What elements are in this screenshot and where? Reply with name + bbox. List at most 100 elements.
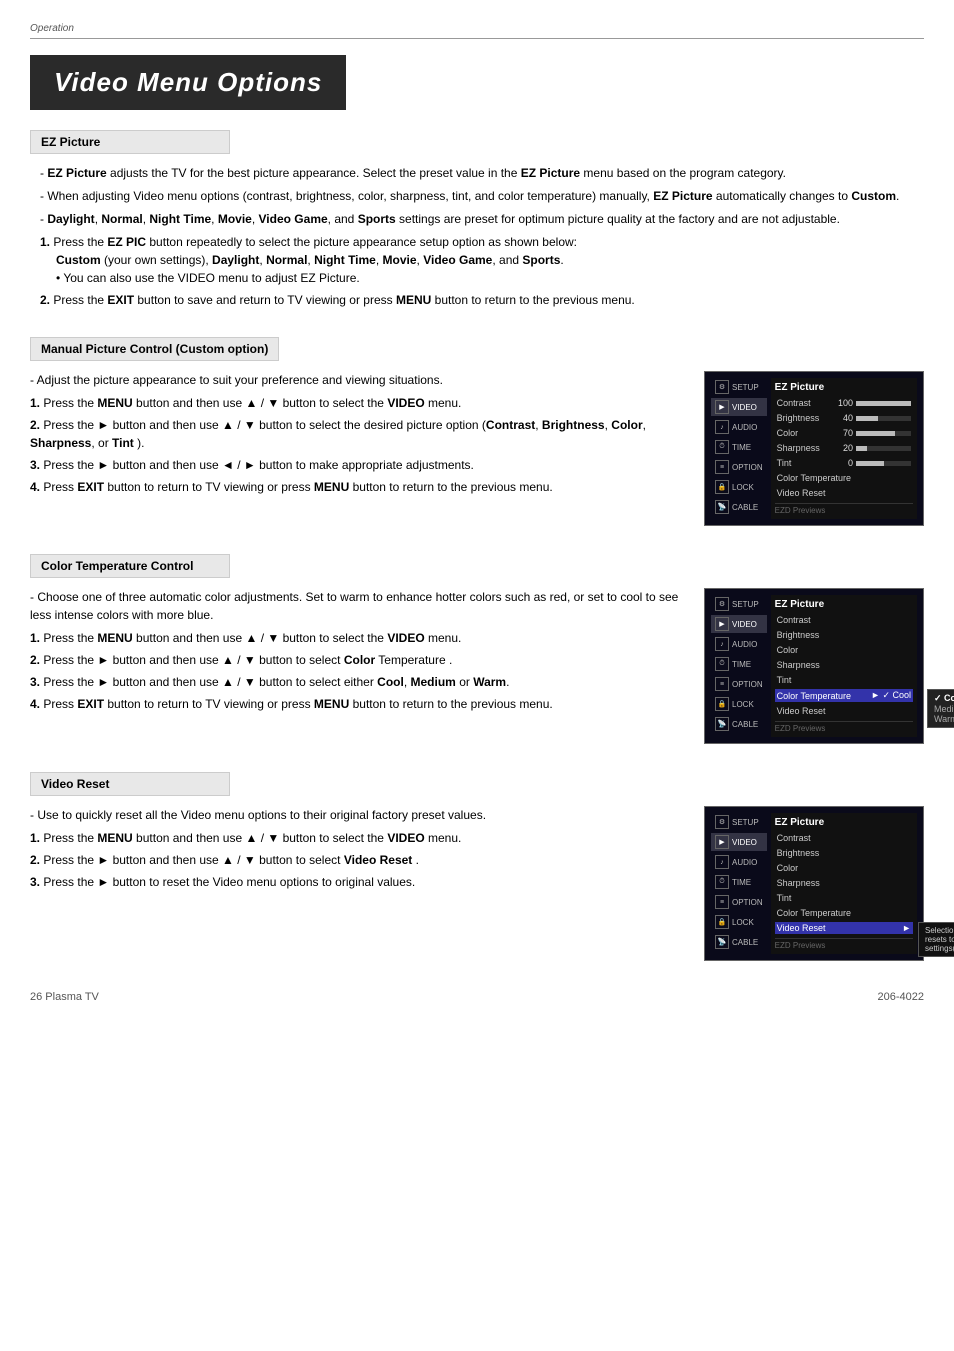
page-footer: 26 Plasma TV 206-4022 xyxy=(30,991,924,1003)
step-item: 2. Press the EXIT button to save and ret… xyxy=(40,291,914,309)
step-item: 3. Press the ► button and then use ◄ / ►… xyxy=(30,456,684,474)
step-item: 1. Press the MENU button and then use ▲ … xyxy=(30,629,684,647)
section-text-video-reset: Use to quickly reset all the Video menu … xyxy=(30,806,684,895)
sections-container: EZ Picture EZ Picture adjusts the TV for … xyxy=(30,130,924,961)
menu-footnote: EZD Previews xyxy=(775,938,913,950)
nav-item-time: ⏱ TIME xyxy=(711,873,767,891)
bullet-item: Choose one of three automatic color adju… xyxy=(30,588,684,624)
bullet-item: Daylight, Normal, Night Time, Movie, Vid… xyxy=(40,210,914,228)
menu-footnote: EZD Previews xyxy=(775,503,913,515)
page-title-box: Video Menu Options xyxy=(30,55,924,130)
bullet-list-video-reset: Use to quickly reset all the Video menu … xyxy=(30,806,684,824)
nav-icon-setup: ⚙ xyxy=(715,815,729,829)
menu-content: EZ Picture Contrast Brightness Color Sha… xyxy=(771,813,917,954)
bullet-item: Use to quickly reset all the Video menu … xyxy=(30,806,684,824)
steps-list-manual-picture: 1. Press the MENU button and then use ▲ … xyxy=(30,394,684,496)
bullet-item: EZ Picture adjusts the TV for the best p… xyxy=(40,164,914,182)
nav-item-video: ▶ VIDEO xyxy=(711,398,767,416)
menu-content: EZ Picture Contrast Brightness Color Sha… xyxy=(771,595,917,737)
steps-list-video-reset: 1. Press the MENU button and then use ▲ … xyxy=(30,829,684,891)
section-body-manual-picture: Adjust the picture appearance to suit yo… xyxy=(30,371,924,526)
step-item: 4. Press EXIT button to return to TV vie… xyxy=(30,478,684,496)
nav-icon-lock: 🔒 xyxy=(715,915,729,929)
menu-content-title: EZ Picture xyxy=(775,599,913,610)
section-color-temp: Color Temperature Control Choose one of t… xyxy=(30,554,924,744)
nav-item-video: ▶ VIDEO xyxy=(711,615,767,633)
section-video-reset: Video Reset Use to quickly reset all the … xyxy=(30,772,924,961)
breadcrumb: Operation xyxy=(30,23,74,34)
nav-item-cable: 📡 CABLE xyxy=(711,715,767,733)
section-heading-color-temp: Color Temperature Control xyxy=(30,554,230,578)
nav-item-audio: ♪ AUDIO xyxy=(711,853,767,871)
nav-item-time: ⏱ TIME xyxy=(711,438,767,456)
step-item: 4. Press EXIT button to return to TV vie… xyxy=(30,695,684,713)
nav-item-audio: ♪ AUDIO xyxy=(711,418,767,436)
nav-icon-time: ⏱ xyxy=(715,440,729,454)
nav-item-setup: ⚙ SETUP xyxy=(711,378,767,396)
step-item: 3. Press the ► button to reset the Video… xyxy=(30,873,684,891)
step-item: 2. Press the ► button and then use ▲ / ▼… xyxy=(30,651,684,669)
nav-icon-option: ≡ xyxy=(715,460,729,474)
menu-nav: ⚙ SETUP ▶ VIDEO ♪ AUDIO ⏱ TIME ≡ OPTION … xyxy=(711,378,767,519)
nav-item-option: ≡ OPTION xyxy=(711,675,767,693)
nav-item-option: ≡ OPTION xyxy=(711,458,767,476)
section-image-manual-picture: ⚙ SETUP ▶ VIDEO ♪ AUDIO ⏱ TIME ≡ OPTION … xyxy=(704,371,924,526)
nav-icon-option: ≡ xyxy=(715,895,729,909)
nav-icon-time: ⏱ xyxy=(715,657,729,671)
nav-icon-lock: 🔒 xyxy=(715,480,729,494)
steps-list-color-temp: 1. Press the MENU button and then use ▲ … xyxy=(30,629,684,713)
menu-screenshot: ⚙ SETUP ▶ VIDEO ♪ AUDIO ⏱ TIME ≡ OPTION … xyxy=(704,588,924,744)
menu-nav: ⚙ SETUP ▶ VIDEO ♪ AUDIO ⏱ TIME ≡ OPTION … xyxy=(711,813,767,954)
nav-icon-time: ⏱ xyxy=(715,875,729,889)
step-item: 1. Press the EZ PIC button repeatedly to… xyxy=(40,233,914,287)
section-heading-manual-picture: Manual Picture Control (Custom option) xyxy=(30,337,279,361)
nav-icon-video: ▶ xyxy=(715,835,729,849)
footer-left: 26 Plasma TV xyxy=(30,991,99,1003)
nav-item-setup: ⚙ SETUP xyxy=(711,813,767,831)
section-heading-ez-picture: EZ Picture xyxy=(30,130,230,154)
nav-icon-audio: ♪ xyxy=(715,420,729,434)
step-sub2: • You can also use the VIDEO menu to adj… xyxy=(40,269,914,287)
nav-item-lock: 🔒 LOCK xyxy=(711,695,767,713)
nav-icon-option: ≡ xyxy=(715,677,729,691)
section-image-color-temp: ⚙ SETUP ▶ VIDEO ♪ AUDIO ⏱ TIME ≡ OPTION … xyxy=(704,588,924,744)
section-ez-picture: EZ Picture EZ Picture adjusts the TV for … xyxy=(30,130,924,309)
bullet-item: When adjusting Video menu options (contr… xyxy=(40,187,914,205)
nav-icon-lock: 🔒 xyxy=(715,697,729,711)
bullet-list-color-temp: Choose one of three automatic color adju… xyxy=(30,588,684,624)
section-content-ez-picture: EZ Picture adjusts the TV for the best p… xyxy=(30,164,924,309)
menu-content-title: EZ Picture xyxy=(775,817,913,828)
nav-icon-cable: 📡 xyxy=(715,500,729,514)
section-manual-picture: Manual Picture Control (Custom option) Ad… xyxy=(30,337,924,526)
section-body-video-reset: Use to quickly reset all the Video menu … xyxy=(30,806,924,961)
nav-icon-video: ▶ xyxy=(715,617,729,631)
nav-icon-cable: 📡 xyxy=(715,717,729,731)
menu-footnote: EZD Previews xyxy=(775,721,913,733)
step-item: 1. Press the MENU button and then use ▲ … xyxy=(30,829,684,847)
section-heading-video-reset: Video Reset xyxy=(30,772,230,796)
step-sub1: Custom (your own settings), Daylight, No… xyxy=(40,251,914,269)
nav-item-time: ⏱ TIME xyxy=(711,655,767,673)
menu-content: EZ Picture Contrast 100 Brightness 40 Co… xyxy=(771,378,917,519)
nav-item-option: ≡ OPTION xyxy=(711,893,767,911)
bullet-item: Adjust the picture appearance to suit yo… xyxy=(30,371,684,389)
nav-icon-video: ▶ xyxy=(715,400,729,414)
menu-screenshot: ⚙ SETUP ▶ VIDEO ♪ AUDIO ⏱ TIME ≡ OPTION … xyxy=(704,806,924,961)
nav-item-lock: 🔒 LOCK xyxy=(711,913,767,931)
menu-nav: ⚙ SETUP ▶ VIDEO ♪ AUDIO ⏱ TIME ≡ OPTION … xyxy=(711,595,767,737)
page-header: Operation xyxy=(30,20,924,39)
nav-item-lock: 🔒 LOCK xyxy=(711,478,767,496)
bullet-list-ez-picture: EZ Picture adjusts the TV for the best p… xyxy=(40,164,914,228)
nav-icon-cable: 📡 xyxy=(715,935,729,949)
step-item: 2. Press the ► button and then use ▲ / ▼… xyxy=(30,851,684,869)
page-title: Video Menu Options xyxy=(30,55,346,110)
nav-item-video: ▶ VIDEO xyxy=(711,833,767,851)
nav-icon-setup: ⚙ xyxy=(715,380,729,394)
nav-item-cable: 📡 CABLE xyxy=(711,933,767,951)
section-body-color-temp: Choose one of three automatic color adju… xyxy=(30,588,924,744)
nav-item-cable: 📡 CABLE xyxy=(711,498,767,516)
menu-screenshot: ⚙ SETUP ▶ VIDEO ♪ AUDIO ⏱ TIME ≡ OPTION … xyxy=(704,371,924,526)
nav-icon-audio: ♪ xyxy=(715,637,729,651)
footer-right: 206-4022 xyxy=(878,991,925,1003)
step-item: 2. Press the ► button and then use ▲ / ▼… xyxy=(30,416,684,452)
